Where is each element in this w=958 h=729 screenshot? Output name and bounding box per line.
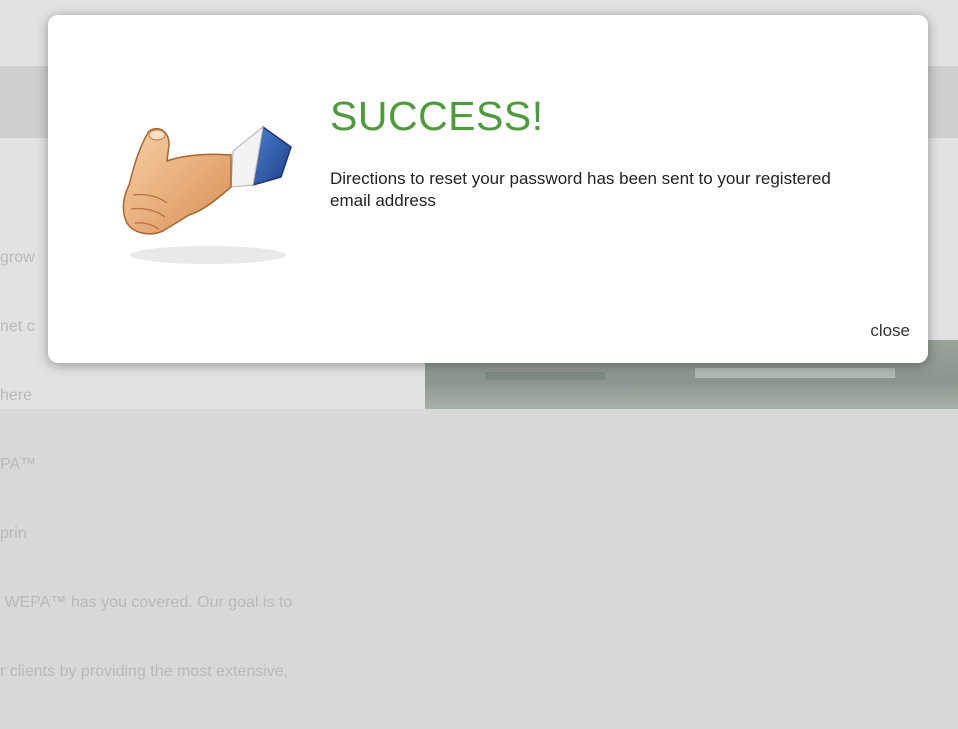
background-text-line: here bbox=[0, 387, 33, 404]
background-text-line: WEPA™ has you covered. Our goal is to bbox=[0, 594, 293, 611]
thumbs-up-icon bbox=[122, 125, 292, 264]
background-text-line: r clients by providing the most extensiv… bbox=[0, 663, 289, 680]
background-text-line: prin bbox=[0, 525, 27, 542]
success-title: SUCCESS! bbox=[330, 93, 544, 139]
success-message: Directions to reset your password has be… bbox=[330, 169, 831, 210]
success-modal: SUCCESS! Directions to reset your passwo… bbox=[48, 15, 928, 363]
close-link[interactable]: close bbox=[870, 321, 910, 341]
background-text-line: PA™ bbox=[0, 456, 37, 473]
